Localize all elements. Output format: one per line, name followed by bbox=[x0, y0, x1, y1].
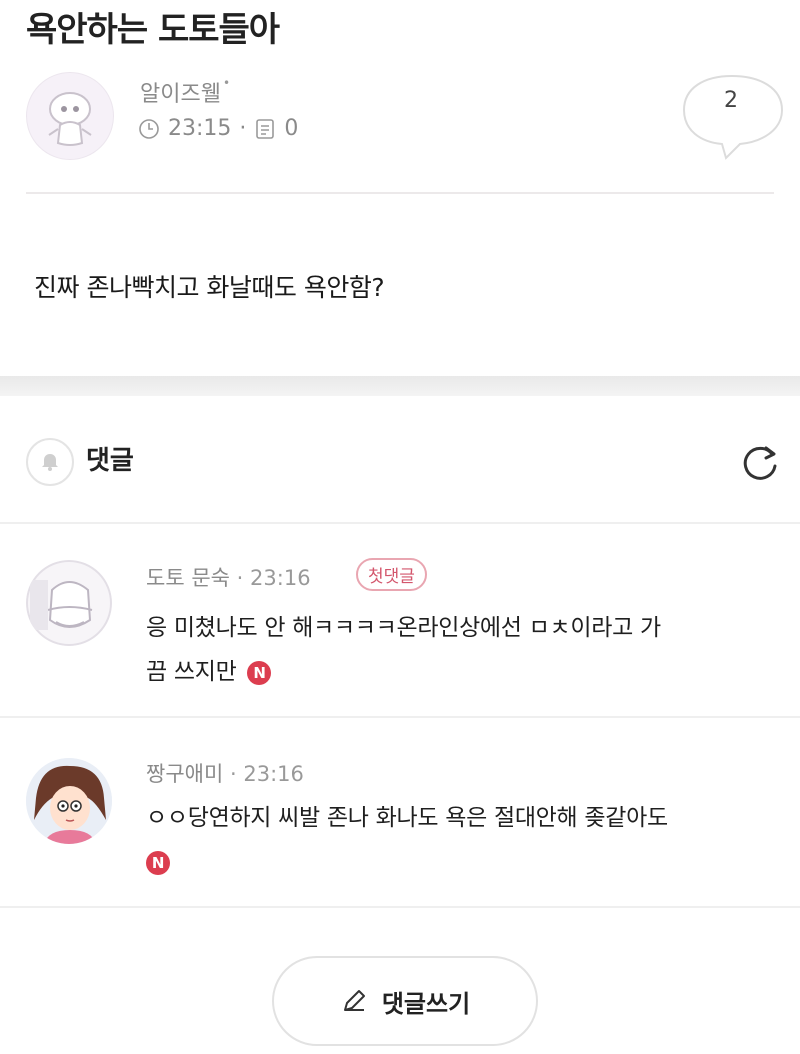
comments-label: 댓글 bbox=[86, 446, 134, 476]
write-comment-button[interactable]: 댓글쓰기 bbox=[272, 956, 538, 1046]
comment-avatar[interactable] bbox=[26, 560, 112, 646]
view-count: 0 bbox=[284, 116, 299, 141]
author-name[interactable]: 알이즈웰 • bbox=[140, 76, 230, 108]
first-comment-badge: 첫댓글 bbox=[356, 558, 427, 591]
comment-time: 23:16 bbox=[243, 762, 304, 786]
comment-text-line: N bbox=[142, 840, 668, 884]
comment-avatar[interactable] bbox=[26, 758, 112, 844]
author-mark: • bbox=[222, 76, 231, 90]
comment-text-line: ㅇㅇ당연하지 씨발 존나 화나도 욕은 절대안해 좆같아도 bbox=[146, 805, 668, 831]
post-title: 욕안하는 도토들아 bbox=[26, 10, 280, 50]
divider bbox=[0, 906, 800, 908]
cartoon-woman-icon bbox=[26, 758, 112, 844]
write-comment-label: 댓글쓰기 bbox=[381, 989, 471, 1018]
comment-separator: · bbox=[236, 566, 244, 590]
document-icon bbox=[256, 118, 275, 139]
comment-author[interactable]: 도토 문숙 · 23:16 bbox=[146, 562, 311, 592]
post-body: 진짜 존나빡치고 화날때도 욕안함? bbox=[34, 273, 385, 302]
divider bbox=[0, 522, 800, 524]
post-meta: 23:15 · 0 bbox=[138, 116, 298, 141]
comment-time: 23:16 bbox=[250, 566, 311, 590]
new-badge: N bbox=[247, 660, 272, 685]
divider bbox=[26, 192, 774, 194]
meta-separator: · bbox=[239, 116, 247, 141]
comment-author[interactable]: 짱구애미 · 23:16 bbox=[146, 758, 304, 788]
character-icon bbox=[26, 560, 112, 646]
refresh-icon[interactable] bbox=[736, 440, 784, 488]
divider bbox=[0, 716, 800, 718]
comment-bubble-icon[interactable] bbox=[680, 72, 786, 164]
bell-icon bbox=[42, 454, 58, 471]
comment-separator: · bbox=[229, 762, 237, 786]
clock-icon bbox=[139, 118, 159, 139]
comment-text: ㅇㅇ당연하지 씨발 존나 화나도 욕은 절대안해 좆같아도 N bbox=[146, 796, 668, 884]
section-divider bbox=[0, 376, 800, 396]
comment-count[interactable]: 2 bbox=[680, 88, 782, 113]
comment-text-end: 끔 쓰지만 bbox=[146, 659, 237, 685]
comment-author-name[interactable]: 도토 문숙 bbox=[146, 566, 230, 590]
new-badge: N bbox=[146, 850, 170, 875]
post-time: 23:15 bbox=[168, 116, 232, 141]
pencil-icon bbox=[343, 990, 365, 1011]
notification-toggle[interactable] bbox=[26, 438, 74, 486]
comment-author-name[interactable]: 짱구애미 bbox=[146, 762, 223, 786]
comment-text-line: 끔 쓰지만 N bbox=[146, 650, 661, 694]
comment-text: 응 미쳤나도 안 해ㅋㅋㅋㅋ온라인상에선 ㅁㅊ이라고 가 끔 쓰지만 N bbox=[146, 606, 661, 694]
doll-icon bbox=[48, 92, 92, 146]
author-name-text[interactable]: 알이즈웰 bbox=[140, 82, 221, 107]
author-avatar[interactable] bbox=[26, 72, 114, 160]
comment-text-line: 응 미쳤나도 안 해ㅋㅋㅋㅋ온라인상에선 ㅁㅊ이라고 가 bbox=[146, 615, 661, 641]
